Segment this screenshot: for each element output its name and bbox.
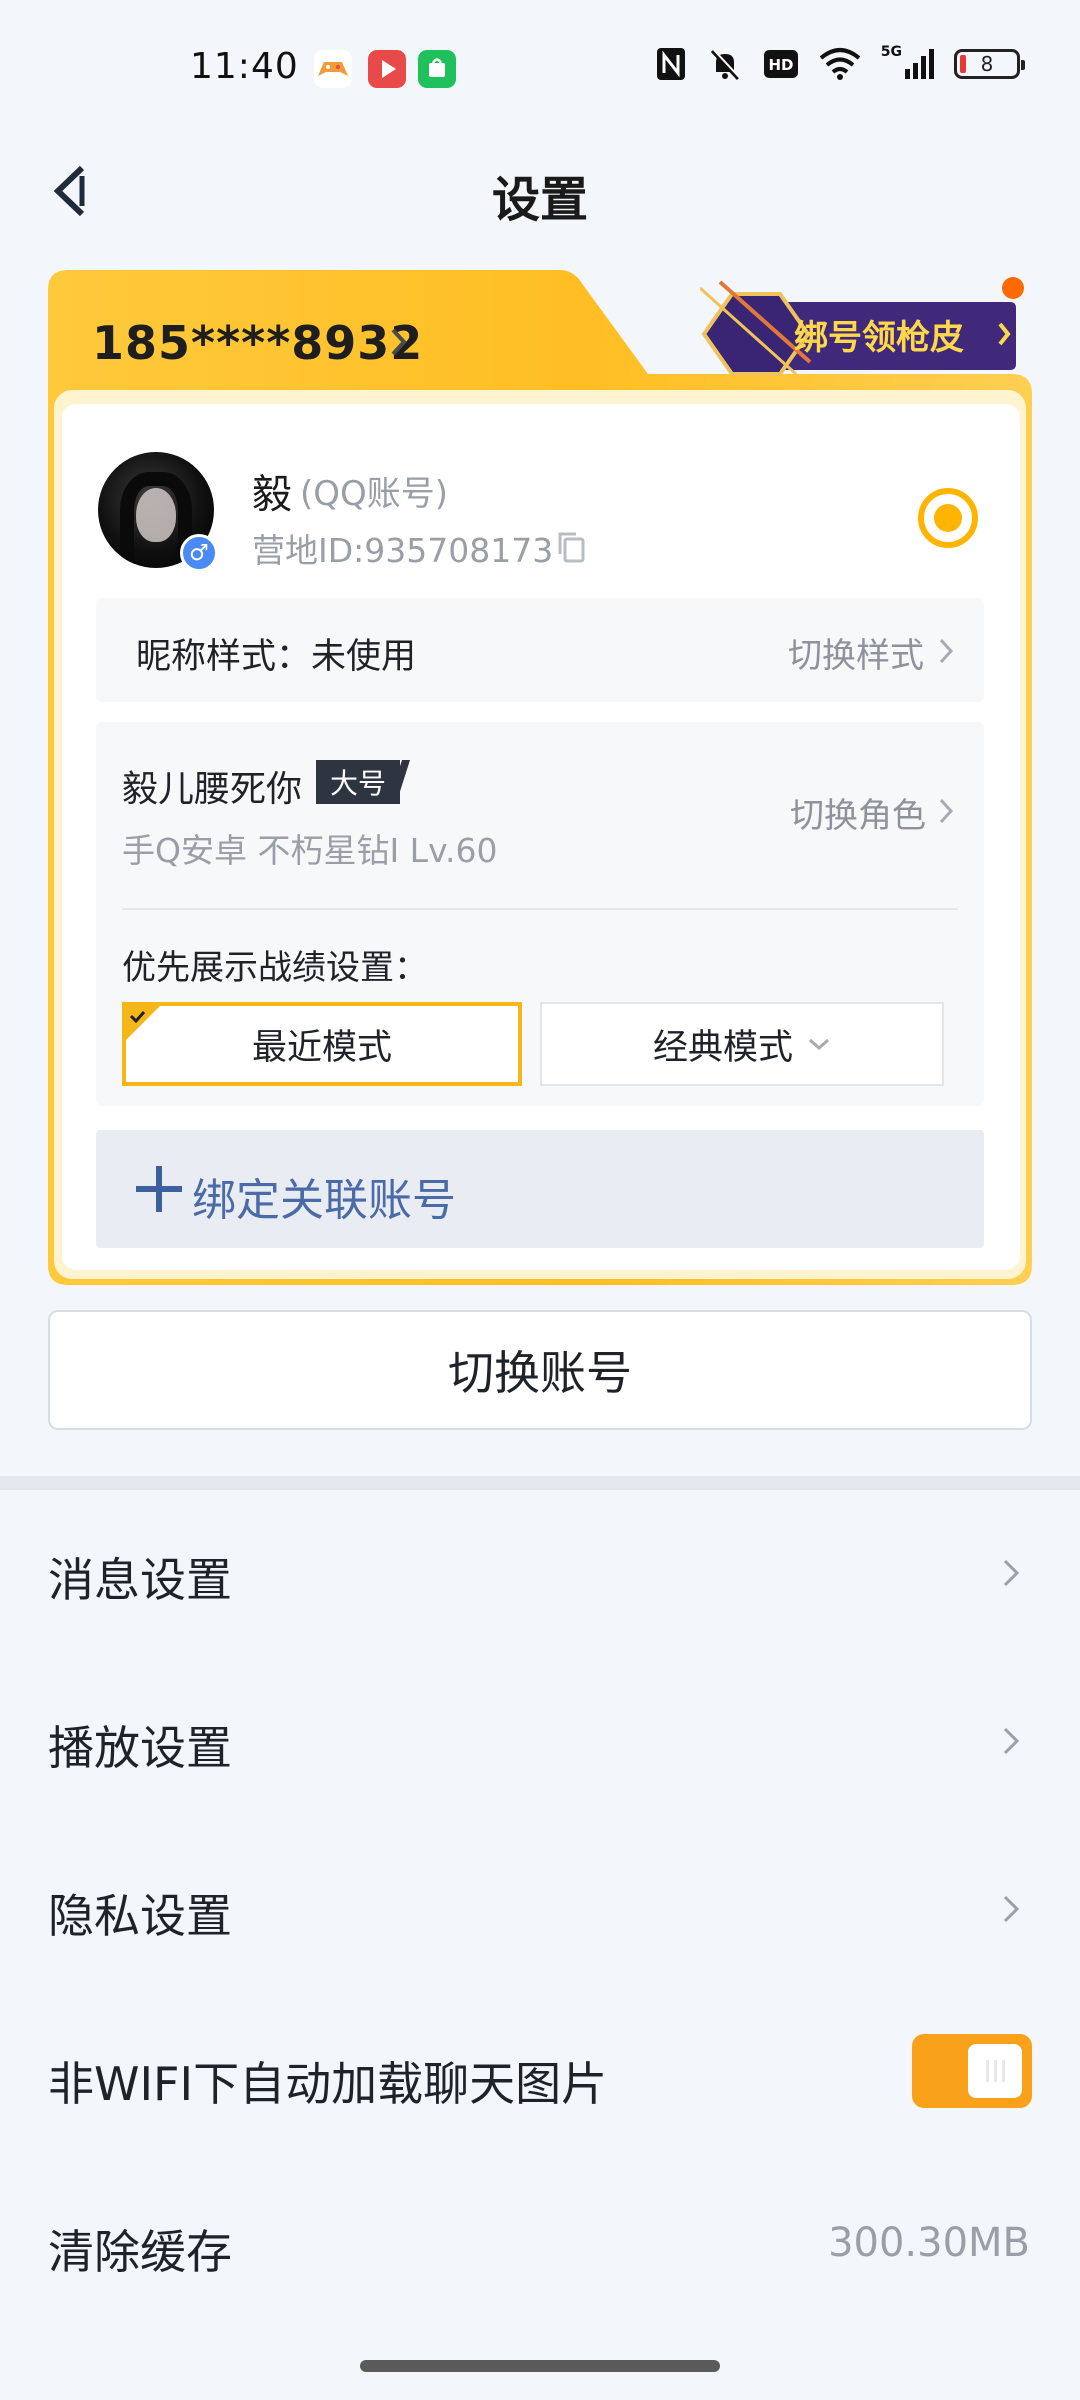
account-type: (QQ账号)	[300, 474, 449, 514]
home-indicator[interactable]	[360, 2360, 720, 2372]
network-type: 5G	[880, 44, 902, 60]
auto-load-images-row: 非WIFI下自动加载聊天图片	[0, 1994, 1080, 2162]
camp-id: 营地ID:935708173	[252, 531, 554, 570]
plus-icon	[136, 1166, 182, 1212]
nickname-style-row[interactable]: 昵称样式：未使用 切换样式	[96, 598, 984, 702]
account-nickname: 毅	[252, 472, 292, 518]
tag-slash-icon	[388, 760, 410, 804]
setting-label: 播放设置	[48, 1721, 232, 1775]
playback-settings-row[interactable]: 播放设置	[0, 1658, 1080, 1826]
cache-size: 300.30MB	[828, 2220, 1030, 2266]
store-app-icon	[418, 50, 456, 88]
cell-signal-icon: 5G	[881, 44, 934, 84]
chevron-right-icon	[1003, 1895, 1020, 1923]
setting-label: 非WIFI下自动加载聊天图片	[48, 2057, 608, 2111]
priority-label: 优先展示战绩设置：	[122, 948, 428, 988]
classic-mode-dropdown[interactable]: 经典模式	[540, 1002, 944, 1086]
bind-account-button[interactable]: 绑定关联账号	[96, 1130, 984, 1248]
notification-dot	[1002, 277, 1024, 299]
switch-style-link[interactable]: 切换样式	[788, 628, 924, 677]
clear-cache-row[interactable]: 清除缓存 300.30MB	[0, 2162, 1080, 2330]
recent-mode-label: 最近模式	[251, 1027, 392, 1068]
chevron-down-icon	[809, 1038, 829, 1051]
male-gender-icon: ♂	[180, 534, 218, 572]
copy-icon[interactable]	[556, 530, 586, 564]
chevron-right-icon	[1003, 1559, 1020, 1587]
privacy-settings-row[interactable]: 隐私设置	[0, 1826, 1080, 1994]
role-detail: 手Q安卓 不朽星钻I Lv.60	[122, 831, 498, 870]
nfc-icon	[655, 44, 687, 84]
section-divider	[0, 1476, 1080, 1490]
battery-icon: 8	[954, 44, 1025, 84]
switch-account-button[interactable]: 切换账号	[48, 1310, 1032, 1430]
svg-text:HD: HD	[768, 56, 793, 74]
chevron-right-icon	[1003, 1727, 1020, 1755]
hd-icon: HD	[763, 44, 799, 84]
nickname-style-label: 昵称样式：未使用	[136, 637, 417, 677]
setting-label: 消息设置	[48, 1553, 232, 1607]
switch-role-link[interactable]: 切换角色	[790, 788, 926, 837]
wifi-icon	[819, 44, 861, 84]
recent-mode-button[interactable]: 最近模式	[122, 1002, 522, 1086]
chevron-right-icon	[939, 798, 954, 824]
check-corner-icon	[126, 1006, 160, 1040]
role-name: 毅儿腰死你	[122, 769, 303, 810]
auto-load-toggle[interactable]	[912, 2034, 1032, 2108]
chevron-right-icon	[939, 638, 954, 664]
page-title: 设置	[491, 172, 588, 228]
game-app-icon	[314, 50, 352, 88]
role-box: 毅儿腰死你 大号 手Q安卓 不朽星钻I Lv.60 切换角色 优先展示战绩设置：…	[96, 722, 984, 1106]
battery-level: 8	[980, 52, 994, 76]
bind-account-label: 绑定关联账号	[192, 1175, 456, 1226]
mute-bell-icon	[707, 44, 743, 84]
video-app-icon	[368, 50, 406, 88]
status-icons: HD 5G 8	[655, 44, 1025, 84]
status-time: 11:40	[190, 46, 299, 87]
chevron-right-icon	[391, 328, 407, 356]
message-settings-row[interactable]: 消息设置	[0, 1490, 1080, 1658]
setting-label: 隐私设置	[48, 1889, 232, 1943]
divider	[122, 908, 958, 910]
setting-label: 清除缓存	[48, 2225, 232, 2279]
status-bar: 11:40 HD 5G 8	[0, 0, 1080, 130]
account-selected-radio[interactable]	[918, 488, 978, 548]
classic-mode-label: 经典模式	[652, 1027, 793, 1068]
promo-label: 绑号领枪皮	[794, 318, 964, 358]
account-phone[interactable]: 185****8932	[92, 316, 423, 370]
header: 设置	[0, 130, 1080, 250]
